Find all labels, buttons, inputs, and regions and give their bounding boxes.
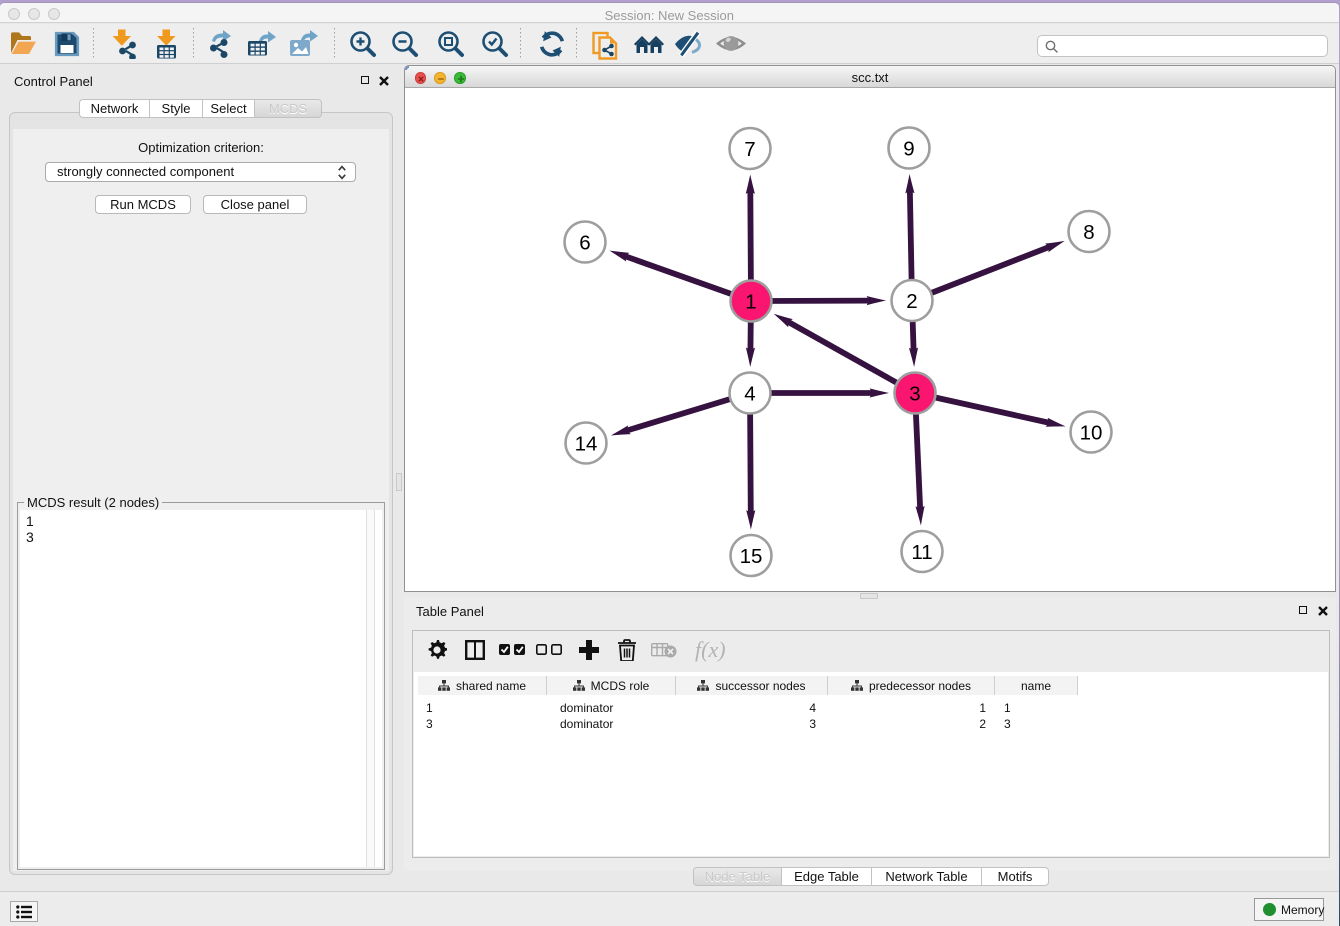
svg-text:1: 1: [745, 290, 756, 313]
svg-text:7: 7: [744, 138, 755, 161]
svg-text:8: 8: [1083, 221, 1094, 244]
svg-text:10: 10: [1080, 421, 1103, 444]
svg-text:14: 14: [575, 432, 598, 455]
svg-text:9: 9: [903, 137, 914, 160]
svg-text:3: 3: [909, 382, 920, 405]
svg-text:11: 11: [911, 541, 932, 564]
svg-text:6: 6: [579, 231, 590, 254]
svg-text:4: 4: [744, 382, 755, 405]
svg-text:2: 2: [906, 290, 917, 313]
svg-text:15: 15: [740, 545, 763, 568]
